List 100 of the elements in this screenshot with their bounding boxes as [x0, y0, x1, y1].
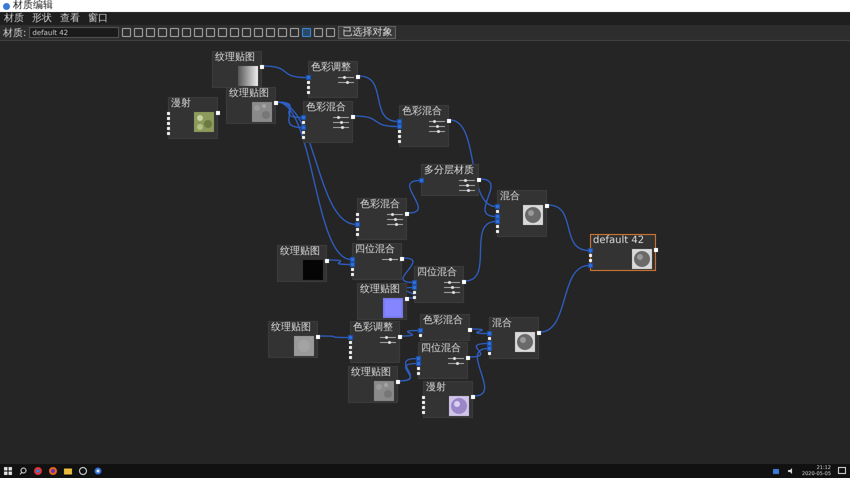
slider-thumb[interactable]	[432, 120, 436, 123]
slider[interactable]	[444, 291, 460, 294]
port-icon[interactable]	[398, 140, 401, 143]
port-icon[interactable]	[351, 258, 354, 261]
slider[interactable]	[429, 125, 445, 128]
output-port-icon[interactable]	[356, 75, 360, 79]
slider-thumb[interactable]	[336, 116, 340, 119]
slider[interactable]	[338, 81, 354, 84]
node-card[interactable]: 漫射	[423, 381, 473, 418]
node-card[interactable]: 漫射	[168, 97, 218, 139]
port-icon[interactable]	[302, 121, 305, 124]
port-icon[interactable]	[398, 120, 401, 123]
slider-thumb[interactable]	[448, 281, 451, 284]
node-card[interactable]: 纹理贴图	[277, 245, 327, 282]
slider-thumb[interactable]	[340, 126, 344, 129]
node-card[interactable]: 混合	[497, 190, 547, 237]
port-icon[interactable]	[302, 136, 305, 139]
slider-thumb[interactable]	[453, 357, 456, 360]
slider[interactable]	[333, 126, 349, 129]
slider-thumb[interactable]	[464, 179, 468, 182]
output-port-icon[interactable]	[654, 248, 658, 252]
node-card[interactable]: default 42	[590, 234, 656, 271]
port-icon[interactable]	[356, 223, 359, 226]
port-icon[interactable]	[398, 130, 401, 133]
output-port-icon[interactable]	[477, 178, 481, 182]
output-port-icon[interactable]	[274, 101, 278, 105]
output-port-icon[interactable]	[351, 115, 355, 119]
menu-item[interactable]: 材质	[4, 12, 24, 24]
slider[interactable]	[448, 362, 464, 365]
node-card[interactable]: 色彩混合	[303, 101, 353, 143]
slider[interactable]	[444, 286, 460, 289]
slider-thumb[interactable]	[466, 189, 470, 192]
port-icon[interactable]	[398, 125, 401, 128]
port-icon[interactable]	[496, 210, 499, 213]
slider[interactable]	[387, 213, 403, 216]
port-icon[interactable]	[417, 357, 420, 360]
port-icon[interactable]	[496, 220, 499, 223]
slider-thumb[interactable]	[456, 362, 459, 365]
node-card[interactable]: 色彩混合	[357, 198, 407, 240]
port-icon[interactable]	[488, 337, 491, 340]
port-icon[interactable]	[356, 233, 359, 236]
port-icon[interactable]	[356, 218, 359, 221]
port-icon[interactable]	[496, 215, 499, 218]
start-icon[interactable]	[4, 467, 12, 475]
output-port-icon[interactable]	[405, 297, 409, 301]
port-icon[interactable]	[167, 122, 170, 125]
port-icon[interactable]	[488, 332, 491, 335]
node-card[interactable]: 纹理贴图	[226, 87, 276, 124]
port-icon[interactable]	[356, 213, 359, 216]
port-icon[interactable]	[589, 254, 592, 257]
slider-thumb[interactable]	[394, 218, 396, 221]
port-icon[interactable]	[488, 347, 491, 350]
slider[interactable]	[459, 184, 475, 187]
port-icon[interactable]	[413, 291, 416, 294]
output-port-icon[interactable]	[325, 259, 329, 263]
port-icon[interactable]	[496, 230, 499, 233]
slider-thumb[interactable]	[343, 76, 346, 79]
port-icon[interactable]	[349, 341, 352, 344]
port-icon[interactable]	[422, 411, 425, 414]
output-port-icon[interactable]	[466, 356, 470, 360]
slider-thumb[interactable]	[394, 223, 398, 226]
port-icon[interactable]	[167, 127, 170, 130]
port-icon[interactable]	[307, 86, 310, 89]
port-icon[interactable]	[349, 351, 352, 354]
port-icon[interactable]	[413, 281, 416, 284]
output-port-icon[interactable]	[447, 119, 451, 123]
port-icon[interactable]	[307, 81, 310, 84]
slider-thumb[interactable]	[385, 336, 388, 339]
slider[interactable]	[380, 341, 396, 344]
slider-thumb[interactable]	[450, 286, 454, 289]
output-port-icon[interactable]	[537, 331, 541, 335]
slider[interactable]	[387, 218, 403, 221]
port-icon[interactable]	[167, 112, 170, 115]
port-icon[interactable]	[488, 342, 491, 345]
slider[interactable]	[382, 258, 398, 261]
output-port-icon[interactable]	[400, 257, 404, 261]
output-port-icon[interactable]	[405, 212, 409, 216]
port-icon[interactable]	[496, 225, 499, 228]
port-icon[interactable]	[422, 396, 425, 399]
slider[interactable]	[459, 189, 475, 192]
port-icon[interactable]	[302, 126, 305, 129]
output-port-icon[interactable]	[462, 280, 466, 284]
slider[interactable]	[338, 76, 354, 79]
port-icon[interactable]	[417, 362, 420, 365]
port-icon[interactable]	[488, 352, 491, 355]
port-icon[interactable]	[349, 336, 352, 339]
slider[interactable]	[380, 336, 396, 339]
port-icon[interactable]	[422, 401, 425, 404]
menu-item[interactable]: 查看	[60, 12, 80, 24]
node-card[interactable]: 混合	[489, 317, 539, 359]
node-card[interactable]: 色彩混合	[399, 105, 449, 147]
port-icon[interactable]	[351, 273, 354, 276]
port-icon[interactable]	[422, 406, 425, 409]
node-card[interactable]: 多分层材质	[421, 164, 479, 196]
port-icon[interactable]	[307, 91, 310, 94]
slider-thumb[interactable]	[436, 130, 440, 133]
output-port-icon[interactable]	[396, 380, 400, 384]
node-card[interactable]: 色彩调整	[350, 321, 400, 363]
slider-thumb[interactable]	[340, 121, 342, 124]
slider[interactable]	[459, 179, 475, 182]
